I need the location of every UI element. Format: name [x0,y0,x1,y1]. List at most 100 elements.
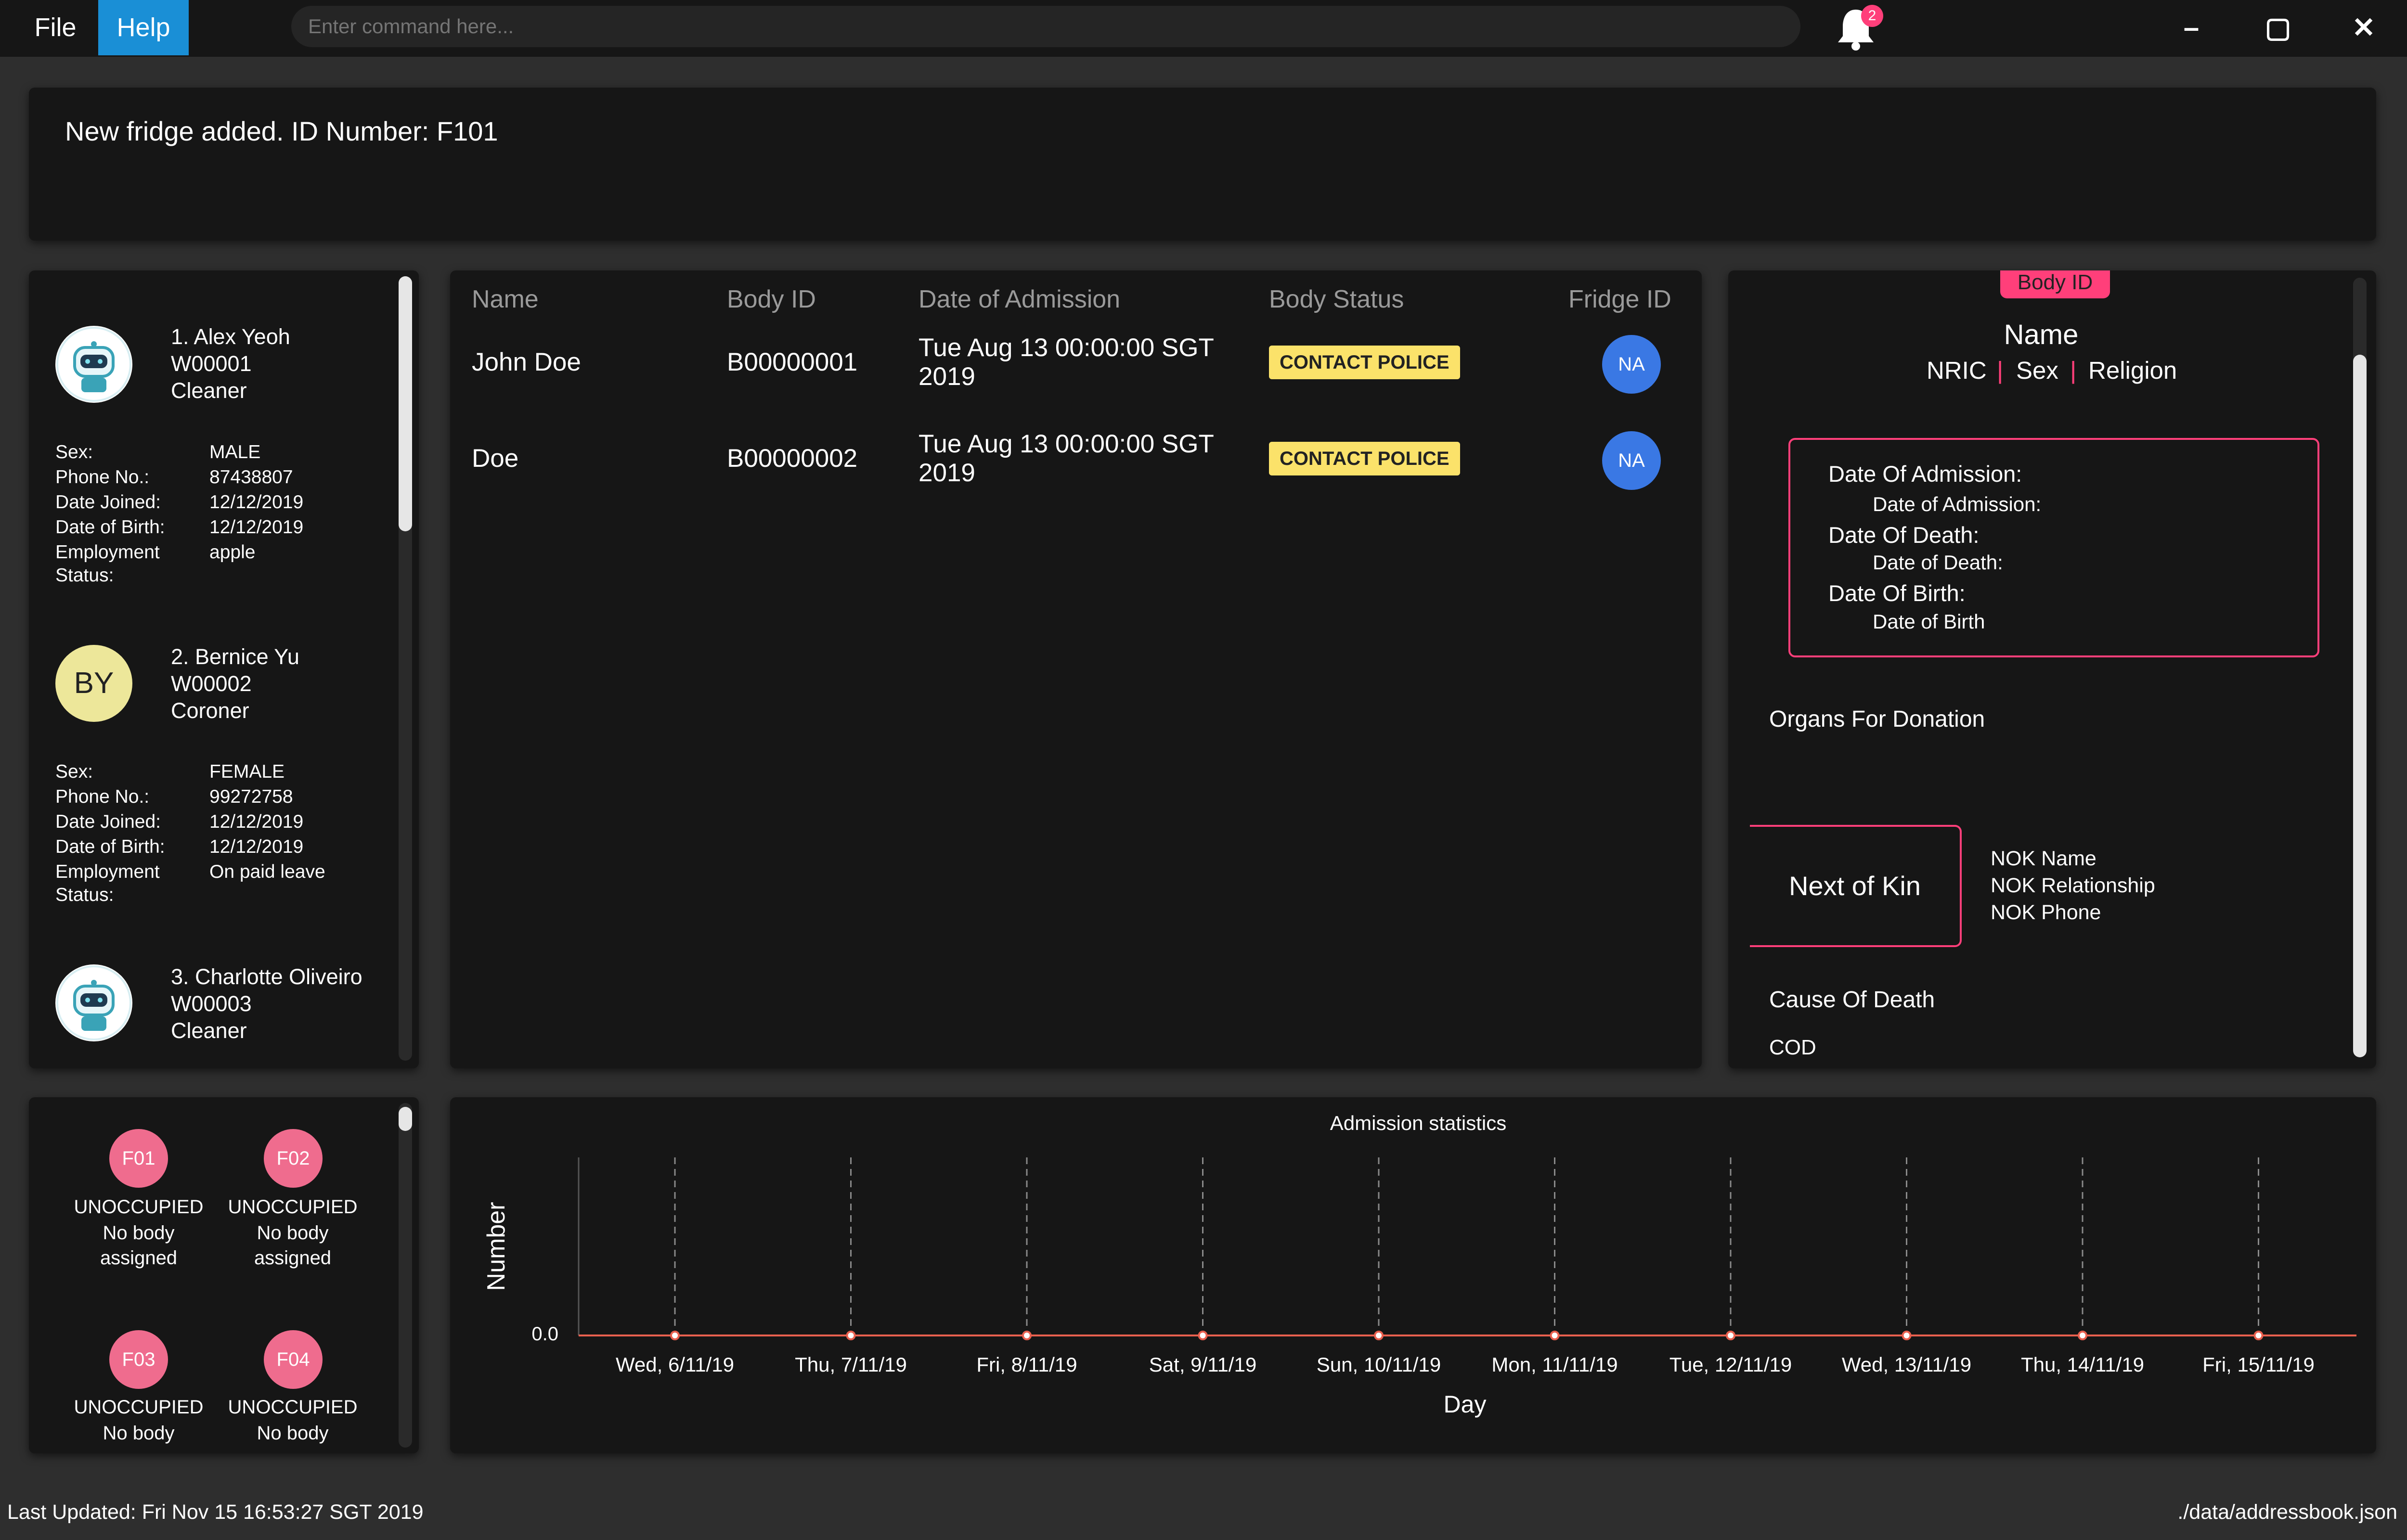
separator: | [1997,357,2004,384]
x-tick-label: Sat, 9/11/19 [1149,1353,1256,1376]
fridge-scrollbar-thumb[interactable] [399,1107,412,1131]
fridge-icon[interactable]: F01 [109,1129,168,1188]
cell-date-line1: Tue Aug 13 00:00:00 SGT [919,334,1214,362]
fridge-grid-panel: F01 UNOCCUPIED No body assigned F02 UNOC… [29,1097,419,1453]
value-date-joined: 12/12/2019 [209,492,304,513]
detail-scrollbar[interactable] [2353,278,2367,1057]
column-header-fridge-id[interactable]: Fridge ID [1568,285,1671,314]
organs-for-donation-title: Organs For Donation [1769,706,1985,732]
minimize-button[interactable]: – [2162,0,2220,55]
data-point [1726,1331,1735,1340]
fridge-icon[interactable]: F04 [264,1330,323,1389]
fridge-body-line2: assigned [100,1247,178,1269]
label-employment-status: Status: [55,565,114,586]
robot-icon [56,965,131,1040]
column-header-body-id[interactable]: Body ID [727,285,816,314]
label-date-joined: Date Joined: [55,492,161,513]
staff-scrollbar[interactable] [399,276,412,1061]
data-point [670,1331,680,1340]
separator: | [2070,357,2077,384]
maximize-button[interactable]: ▢ [2249,0,2307,55]
body-id-badge: Body ID [2000,270,2110,298]
value-phone: 99272758 [209,786,293,807]
column-header-body-status[interactable]: Body Status [1269,285,1404,314]
staff-name: 1. Alex Yeoh [171,324,290,349]
x-tick-label: Fri, 15/11/19 [2202,1353,2315,1376]
staff-avatar-robot [55,964,132,1041]
value-date-joined: 12/12/2019 [209,811,304,832]
admission-chart-panel: Admission statistics Number Day 0.0 Wed,… [450,1097,2376,1453]
help-menu[interactable]: Help [98,0,189,55]
detail-nric: NRIC [1927,357,1987,384]
x-tick-label: Fri, 8/11/19 [976,1353,1077,1376]
cell-date-line2: 2019 [919,459,975,487]
label-date-of-birth: Date Of Birth: [1828,580,1966,606]
nok-name: NOK Name [1991,847,2096,870]
label-date-of-death: Date Of Death: [1828,522,1980,548]
fridge-status: UNOCCUPIED [74,1397,204,1418]
cause-of-death-value: COD [1769,1036,1816,1059]
staff-avatar-initials: BY [55,645,132,722]
column-header-name[interactable]: Name [472,285,539,314]
file-menu[interactable]: File [19,0,91,55]
column-header-date-of-admission[interactable]: Date of Admission [919,285,1120,314]
x-tick-label: Wed, 13/11/19 [1842,1353,1971,1376]
staff-scrollbar-thumb[interactable] [399,276,412,531]
label-sex: Sex: [55,442,93,462]
value-date-of-birth: Date of Birth [1873,610,1985,633]
staff-name: 3. Charlotte Oliveiro [171,964,362,989]
fridge-icon[interactable]: F02 [264,1129,323,1188]
fridge-icon[interactable]: F03 [109,1330,168,1389]
detail-scrollbar-thumb[interactable] [2353,355,2367,1057]
last-updated-status: Last Updated: Fri Nov 15 16:53:27 SGT 20… [7,1501,424,1524]
x-tick-label: Wed, 6/11/19 [616,1353,734,1376]
staff-role: Cleaner [171,378,247,403]
detail-religion: Religion [2088,357,2177,384]
fridge-status: UNOCCUPIED [74,1196,204,1218]
data-point [2253,1331,2264,1340]
y-tick-label: 0.0 [531,1323,558,1345]
body-detail-panel: Body ID Name NRIC | Sex | Religion Date … [1728,270,2376,1068]
staff-id: W00002 [171,671,252,696]
staff-role: Cleaner [171,1018,247,1043]
x-tick-label: Sun, 10/11/19 [1317,1353,1441,1376]
nok-relationship: NOK Relationship [1991,874,2155,897]
x-axis-label: Day [1444,1391,1487,1418]
value-sex: MALE [209,442,261,462]
fridge-body-line2: assigned [254,1247,332,1269]
value-dob: 12/12/2019 [209,836,304,857]
fridge-status: UNOCCUPIED [228,1196,358,1218]
fridge-status: UNOCCUPIED [228,1397,358,1418]
value-employment-status: apple [209,542,256,563]
data-point [1902,1331,1912,1340]
cell-name: Doe [472,444,519,473]
data-point [1198,1331,1208,1340]
y-axis-label: Number [482,1202,510,1291]
data-point [1550,1331,1560,1340]
cell-date-line1: Tue Aug 13 00:00:00 SGT [919,430,1214,458]
x-tick-label: Thu, 14/11/19 [2021,1353,2144,1376]
fridge-body-line1: No body [103,1222,175,1244]
value-sex: FEMALE [209,761,285,782]
label-date-joined: Date Joined: [55,811,161,832]
label-date-of-admission: Date Of Admission: [1828,461,2022,487]
staff-role: Coroner [171,698,249,723]
x-tick-label: Mon, 11/11/19 [1491,1353,1618,1376]
fridge-body-line1: No body [257,1423,329,1444]
value-dob: 12/12/2019 [209,517,304,538]
command-input[interactable] [291,6,1800,47]
result-message: New fridge added. ID Number: F101 [65,116,498,146]
label-employment: Employment [55,542,160,563]
notification-bell[interactable]: 2 [1834,5,1883,53]
fridge-body-line1: No body [257,1222,329,1244]
value-phone: 87438807 [209,467,293,488]
value-date-of-death: Date of Death: [1873,551,2003,574]
data-point [2078,1331,2087,1340]
close-button[interactable]: ✕ [2335,0,2393,55]
x-tick-label: Thu, 7/11/19 [795,1353,907,1376]
fridge-scrollbar[interactable] [399,1103,412,1448]
result-display [29,88,2376,241]
staff-name: 2. Bernice Yu [171,644,299,669]
fridge-id-badge: NA [1602,335,1661,394]
fridge-body-line1: No body [103,1423,175,1444]
